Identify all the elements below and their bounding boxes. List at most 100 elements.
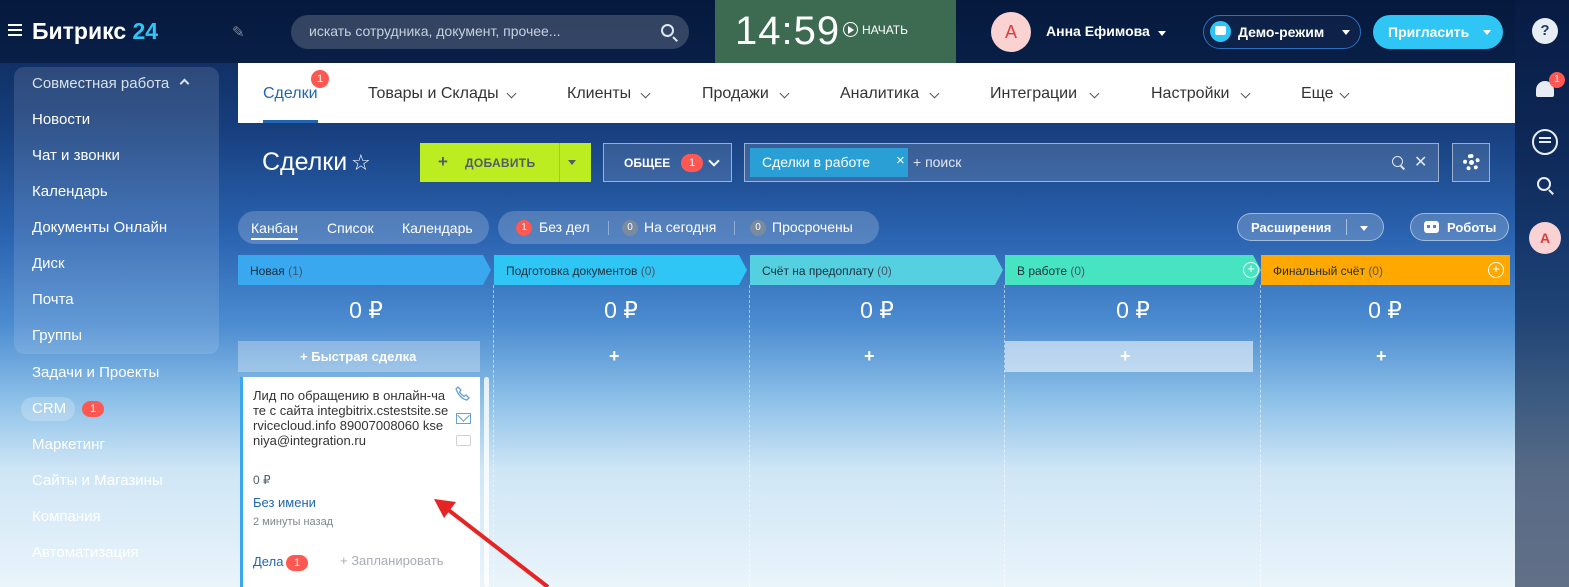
tab-analytics[interactable]: Аналитика	[840, 85, 919, 103]
star-icon[interactable]: ☆	[351, 150, 371, 176]
divider	[608, 221, 609, 235]
play-icon[interactable]	[843, 22, 858, 37]
add-deal-plus-icon[interactable]: +	[864, 346, 875, 367]
deal-title[interactable]: Лид по обращению в онлайн-чате с сайта i…	[253, 388, 449, 448]
sidebar-item-disk[interactable]: Диск	[32, 255, 65, 272]
view-list[interactable]: Список	[327, 220, 374, 236]
settings-button[interactable]	[1452, 143, 1490, 182]
view-calendar[interactable]: Календарь	[402, 220, 473, 236]
add-deal-plus-icon[interactable]: +	[609, 346, 620, 367]
avatar[interactable]: А	[991, 12, 1031, 52]
add-options-chevron-down-icon[interactable]	[568, 160, 576, 165]
deal-sum: 0 ₽	[253, 473, 271, 487]
search-icon[interactable]	[661, 24, 674, 37]
sidebar-group-title[interactable]: Совместная работа	[32, 75, 169, 92]
robots-button[interactable]: Роботы	[1410, 213, 1509, 241]
chevron-down-icon	[1240, 88, 1251, 99]
sidebar-item-news[interactable]: Новости	[32, 111, 90, 128]
message-icon[interactable]	[456, 435, 471, 446]
annotation-arrow	[434, 499, 550, 587]
stage-count: (0)	[1368, 264, 1383, 278]
chat-icon[interactable]	[1532, 129, 1558, 155]
start-workday-button[interactable]: НАЧАТЬ	[862, 23, 908, 37]
extensions-button[interactable]: Расширения	[1237, 213, 1384, 241]
divider	[559, 143, 560, 182]
sidebar-item-groups[interactable]: Группы	[32, 327, 82, 344]
app-logo[interactable]: Битрикс 24	[32, 18, 158, 45]
filter-chip[interactable]: Сделки в работе ×	[750, 148, 908, 177]
chevron-down-icon	[1089, 88, 1100, 99]
chevron-down-icon	[506, 88, 517, 99]
edit-pencil-icon[interactable]: ✎	[232, 23, 245, 41]
filter-search-input[interactable]	[913, 154, 1213, 170]
phone-icon[interactable]	[455, 386, 470, 401]
stage-sum: 0 ₽	[349, 297, 383, 323]
work-time-widget[interactable]: 14:59 НАЧАТЬ	[715, 0, 956, 63]
sidebar-item-tasks[interactable]: Задачи и Проекты	[32, 364, 159, 381]
deal-tasks-link[interactable]: Дела	[253, 554, 283, 569]
search-icon[interactable]	[1392, 156, 1403, 167]
quick-deal-button[interactable]: + Быстрая сделка	[238, 341, 480, 372]
search-input[interactable]	[309, 23, 639, 39]
menu-hamburger-icon[interactable]	[8, 24, 22, 36]
mail-icon[interactable]	[456, 413, 471, 424]
add-stage-plus-icon[interactable]: +	[1488, 262, 1504, 278]
stage-header-inwork[interactable]: В работе (0) +	[1005, 255, 1261, 285]
divider	[734, 221, 735, 235]
stage-name: Финальный счёт	[1273, 264, 1365, 278]
sidebar-item-calendar[interactable]: Календарь	[32, 183, 108, 200]
sidebar-item-chat[interactable]: Чат и звонки	[32, 147, 120, 164]
invite-button[interactable]: Пригласить	[1373, 15, 1503, 49]
sidebar-item-mail[interactable]: Почта	[32, 291, 74, 308]
sidebar-item-automation[interactable]: Автоматизация	[32, 544, 139, 561]
tab-clients[interactable]: Клиенты	[567, 85, 631, 103]
stage-header-prepay[interactable]: Счёт на предоплату (0)	[750, 255, 1003, 285]
add-deal-button[interactable]: + ДОБАВИТЬ	[420, 143, 591, 182]
notifications-bell-icon[interactable]: 1	[1532, 72, 1565, 104]
sidebar-item-company[interactable]: Компания	[32, 508, 101, 525]
clear-icon[interactable]: ✕	[1414, 152, 1427, 172]
tab-deals[interactable]: Сделки	[263, 85, 318, 103]
counter-today[interactable]: На сегодня	[644, 219, 716, 235]
notifications-badge: 1	[1549, 72, 1565, 88]
deal-client-link[interactable]: Без имени	[253, 495, 316, 510]
stage-header-docs[interactable]: Подготовка документов (0)	[494, 255, 747, 285]
search-icon[interactable]	[1537, 177, 1551, 191]
user-name[interactable]: Анна Ефимова	[1046, 23, 1150, 39]
sidebar-item-sites[interactable]: Сайты и Магазины	[32, 472, 163, 489]
tab-integrations[interactable]: Интеграции	[990, 85, 1077, 103]
sidebar-item-crm[interactable]: CRM	[21, 397, 75, 421]
view-kanban[interactable]: Канбан	[251, 220, 298, 240]
sidebar-item-marketing[interactable]: Маркетинг	[32, 436, 105, 453]
stage-count: (0)	[1070, 264, 1086, 278]
stage-header-new[interactable]: Новая (1)	[238, 255, 491, 285]
stage-header-final[interactable]: Финальный счёт (0) +	[1261, 255, 1510, 285]
close-icon[interactable]: ×	[896, 152, 905, 169]
stage-label: В работе (0)	[1017, 264, 1085, 278]
tab-products[interactable]: Товары и Склады	[368, 85, 499, 103]
column-divider	[749, 285, 750, 587]
pipeline-badge: 1	[681, 154, 703, 172]
sidebar-item-docs[interactable]: Документы Онлайн	[32, 219, 167, 236]
help-icon[interactable]: ?	[1532, 18, 1558, 44]
tab-more[interactable]: Еще	[1301, 85, 1334, 103]
counter-no-tasks[interactable]: Без дел	[539, 219, 590, 235]
deals-badge: 1	[311, 70, 329, 88]
avatar[interactable]: А	[1529, 222, 1561, 254]
add-deal-row[interactable]: +	[1005, 341, 1253, 372]
tab-settings[interactable]: Настройки	[1151, 85, 1229, 103]
chevron-down-icon[interactable]	[1360, 226, 1368, 231]
stage-count: (0)	[877, 264, 892, 278]
pipeline-selector[interactable]: ОБЩЕЕ 1	[603, 143, 732, 182]
filter-bar: Сделки в работе × ✕	[744, 143, 1439, 182]
stage-name: Счёт на предоплату	[762, 264, 874, 278]
add-stage-plus-icon[interactable]: +	[1243, 262, 1259, 278]
tab-sales[interactable]: Продажи	[702, 85, 769, 103]
user-menu-chevron-down-icon[interactable]	[1158, 31, 1166, 36]
robots-label: Роботы	[1447, 220, 1497, 235]
counter-overdue[interactable]: Просрочены	[772, 219, 853, 235]
stage-name: Новая	[250, 264, 285, 278]
add-deal-plus-icon[interactable]: +	[1376, 346, 1387, 367]
demo-mode-button[interactable]: Демо-режим	[1203, 15, 1361, 49]
counter-badge: 0	[622, 220, 638, 236]
